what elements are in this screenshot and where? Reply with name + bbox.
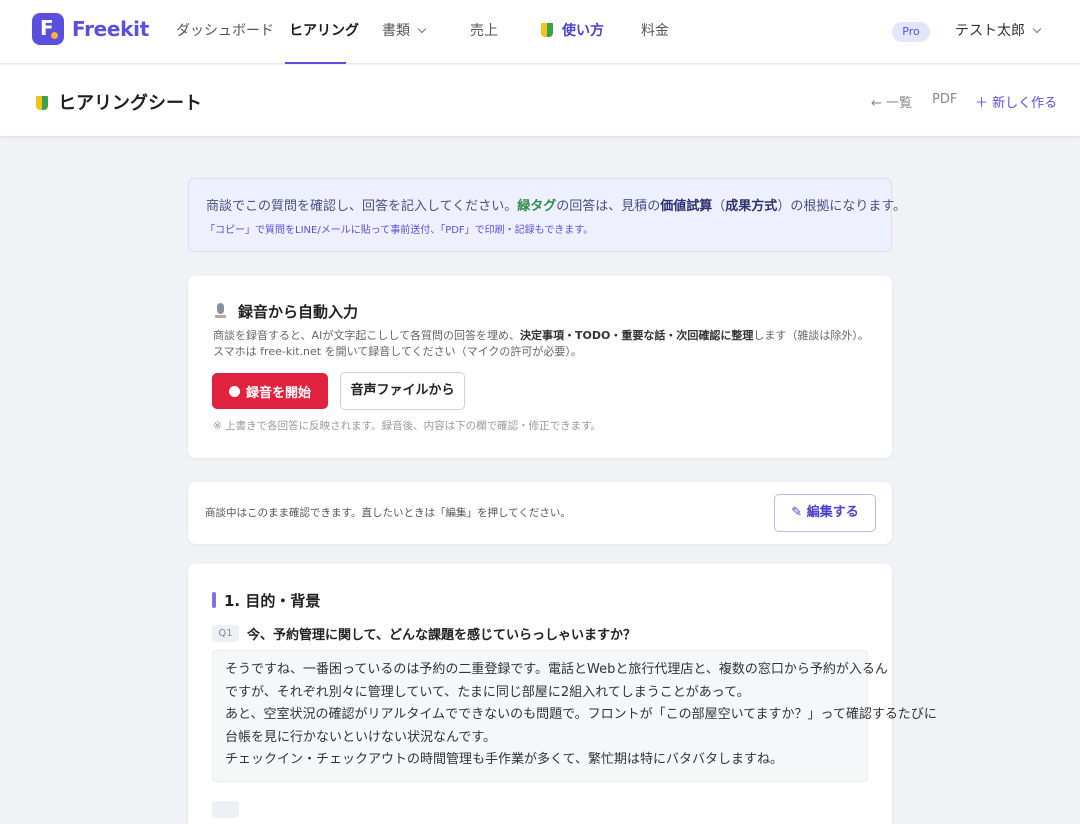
answer-line: そうですね、一番困っているのは予約の二重登録です。電話とWebと旅行代理店と、複… <box>225 662 888 677</box>
recording-desc-text: 商談を録音すると、AIが文字起こしして各質問の回答を埋め、 <box>213 329 520 342</box>
nav-how-to-use[interactable]: 使い方 <box>541 0 604 64</box>
info-banner: 商談でこの質問を確認し、回答を記入してください。緑タグの回答は、見積の価値試算（… <box>188 178 906 252</box>
banner-text: 商談でこの質問を確認し、回答を記入してください。 <box>206 199 518 214</box>
pro-badge: Pro <box>892 22 930 42</box>
start-recording-label: 録音を開始 <box>245 385 311 401</box>
active-nav-indicator <box>285 62 346 64</box>
section-accent-bar <box>212 592 216 608</box>
pdf-link[interactable]: PDF <box>932 92 957 107</box>
nav-pricing[interactable]: 料金 <box>641 0 669 64</box>
question-number-badge <box>212 801 239 818</box>
banner-green-tag-text: 緑タグ <box>517 199 557 214</box>
nav-sales[interactable]: 売上 <box>470 0 498 64</box>
nav-how-to-use-label: 使い方 <box>562 23 604 39</box>
recording-note: ※ 上書きで各回答に反映されます。録音後、内容は下の欄で確認・修正できます。 <box>213 420 602 432</box>
answer-line: 台帳を見に行かないといけない状況なんです。 <box>225 729 497 745</box>
freekit-logo-icon: F <box>32 13 64 45</box>
question-section-card: 1. 目的・背景 Q1 今、予約管理に関して、どんな課題を感じていらっしゃいます… <box>188 564 937 824</box>
banner-text: （ <box>712 199 726 214</box>
microphone-icon <box>214 303 226 319</box>
recording-description: 商談を録音すると、AIが文字起こしして各質問の回答を埋め、決定事項・TODO・重… <box>213 328 878 360</box>
page-title-text: ヒアリングシート <box>58 93 202 114</box>
start-recording-button[interactable]: 録音を開始 <box>212 373 328 409</box>
nav-documents-label: 書類 <box>382 23 410 39</box>
logo-text: Freekit <box>72 17 149 41</box>
top-navbar: F Freekit ダッシュボード ヒアリング 書類 売上 使い方 料金 Pro… <box>0 0 1080 64</box>
banner-text: ）の根拠になります。 <box>777 199 907 214</box>
banner-text: の回答は、見積の <box>556 199 661 214</box>
chevron-down-icon <box>417 24 427 34</box>
banner-bold-text: 成果方式 <box>725 199 778 214</box>
section-title: 1. 目的・背景 <box>224 592 321 610</box>
audio-file-button[interactable]: 音声ファイルから <box>340 372 465 410</box>
answer-box[interactable]: そうですね、一番困っているのは予約の二重登録です。電話とWebと旅行代理店と、複… <box>212 650 937 782</box>
banner-line-1: 商談でこの質問を確認し、回答を記入してください。緑タグの回答は、見積の価値試算（… <box>206 195 906 214</box>
edit-bar: 商談中はこのまま確認できます。直したいときは「編集」を押してください。 ✎ 編集… <box>188 482 892 544</box>
create-new-link[interactable]: ＋ 新しく作る <box>975 92 1057 111</box>
edit-button[interactable]: ✎ 編集する <box>774 494 876 532</box>
page-header: ヒアリングシート ← 一覧 PDF ＋ 新しく作る <box>0 65 1080 137</box>
user-menu[interactable]: テスト太郎 <box>955 0 1042 64</box>
beginner-leaf-icon <box>36 96 48 110</box>
beginner-leaf-icon <box>541 23 553 37</box>
answer-line: ですが、それぞれ別々に管理していて、たまに同じ部屋に2組入れてしまうことがあって… <box>225 684 750 700</box>
edit-hint-text: 商談中はこのまま確認できます。直したいときは「編集」を押してください。 <box>205 507 571 519</box>
record-dot-icon <box>228 385 240 397</box>
nav-documents[interactable]: 書類 <box>382 0 427 64</box>
recording-title: 録音から自動入力 <box>214 301 358 322</box>
banner-line-2: 「コピー」で質問をLINE/メールに貼って事前送付、「PDF」で印刷・記録もでき… <box>205 225 594 236</box>
question-number-badge: Q1 <box>212 625 239 642</box>
page-title: ヒアリングシート <box>36 89 202 115</box>
back-to-list-link[interactable]: ← 一覧 <box>871 92 912 111</box>
user-name: テスト太郎 <box>955 23 1025 39</box>
logo[interactable]: F Freekit <box>32 13 149 45</box>
nav-dashboard[interactable]: ダッシュボード <box>176 0 274 64</box>
recording-card: 録音から自動入力 商談を録音すると、AIが文字起こしして各質問の回答を埋め、決定… <box>188 276 892 458</box>
question-text: 今、予約管理に関して、どんな課題を感じていらっしゃいますか？ <box>247 628 636 643</box>
banner-bold-text: 価値試算 <box>660 199 713 214</box>
answer-line: あと、空室状況の確認がリアルタイムでできないのも問題で。フロントが「この部屋空い… <box>225 707 937 722</box>
recording-title-text: 録音から自動入力 <box>238 303 359 321</box>
recording-desc-bold: 決定事項・TODO・重要な話・次回確認に整理 <box>520 329 754 342</box>
chevron-down-icon <box>1032 24 1042 34</box>
answer-line: チェックイン・チェックアウトの時間管理も手作業が多くて、繁忙期は特にバタバタしま… <box>225 752 783 767</box>
nav-hearing[interactable]: ヒアリング <box>289 0 359 64</box>
